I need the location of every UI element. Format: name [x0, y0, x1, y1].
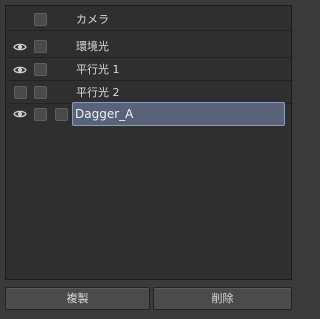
list-item-ambient-light[interactable]: 環境光	[6, 36, 293, 58]
option-checkbox[interactable]	[34, 40, 47, 53]
eye-icon[interactable]	[13, 40, 27, 54]
eye-icon[interactable]	[13, 63, 27, 77]
list-item-label: カメラ	[76, 13, 109, 26]
duplicate-button[interactable]: 複製	[5, 287, 150, 310]
list-item-label: 平行光 1	[76, 63, 120, 76]
option-checkbox[interactable]	[34, 108, 47, 121]
list-item-dagger-a[interactable]: Dagger_A	[6, 102, 293, 126]
visibility-checkbox[interactable]	[14, 86, 27, 99]
list-item-label: 平行光 2	[76, 86, 120, 99]
eye-icon[interactable]	[13, 107, 27, 121]
delete-button[interactable]: 削除	[153, 287, 292, 310]
object-list-panel: カメラ 環境光 平行光 1 平行光 2 Dagger_A	[5, 5, 293, 280]
list-item-camera[interactable]: カメラ	[6, 9, 293, 31]
list-item-label[interactable]: Dagger_A	[75, 107, 133, 121]
list-item-directional-light-2[interactable]: 平行光 2	[6, 82, 293, 104]
option-checkbox[interactable]	[34, 13, 47, 26]
list-item-directional-light-1[interactable]: 平行光 1	[6, 59, 293, 81]
option-checkbox[interactable]	[34, 63, 47, 76]
option-checkbox[interactable]	[55, 108, 68, 121]
list-item-label: 環境光	[76, 40, 109, 53]
option-checkbox[interactable]	[34, 86, 47, 99]
